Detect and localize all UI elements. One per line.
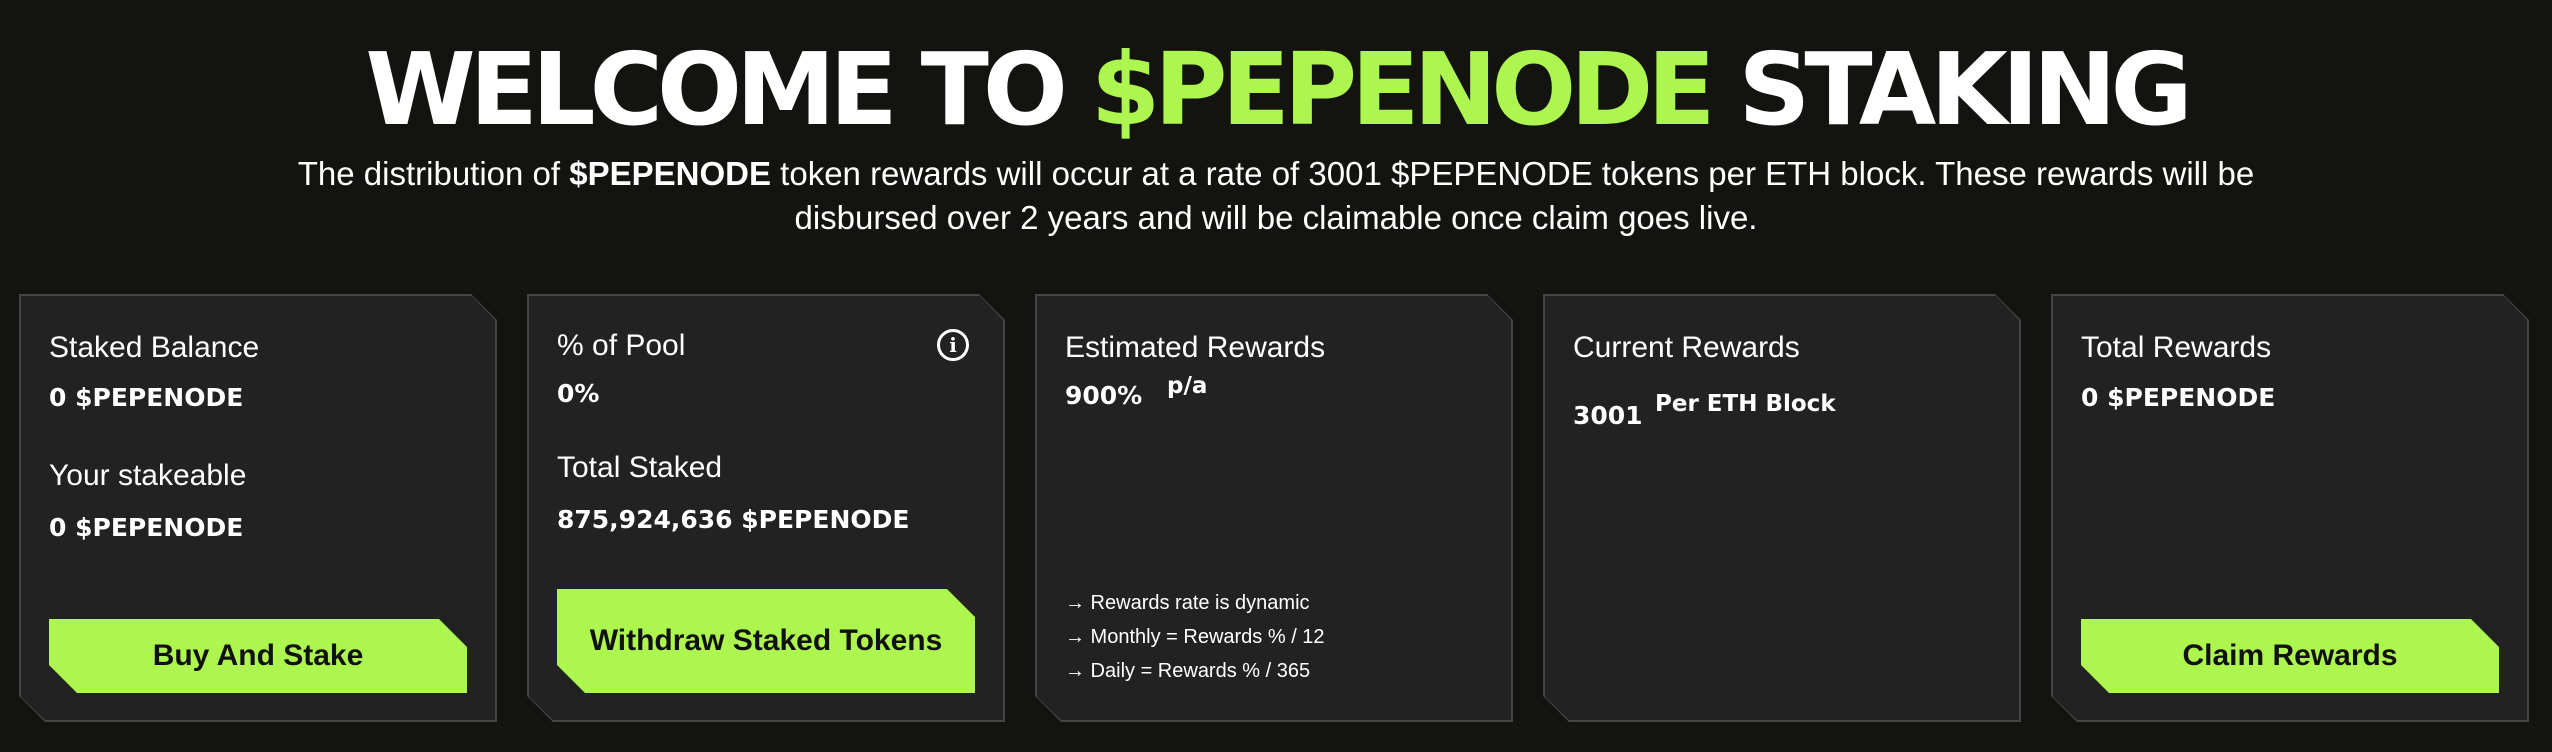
staked-balance-label: Staked Balance (49, 331, 260, 364)
card-body: Staked Balance 0 $PEPENODE Your stakeabl… (21, 296, 495, 720)
info-icon[interactable]: i (937, 329, 969, 361)
pool-share-value: 0% (557, 379, 600, 408)
stakeable-label: Your stakeable (49, 459, 247, 492)
note-monthly: → Monthly = Rewards % / 12 (1065, 626, 1325, 648)
pool-share-label: % of Pool (557, 329, 686, 362)
total-staked-value: 875,924,636 $PEPENODE (557, 505, 910, 534)
current-rewards-card: Current Rewards 3001 Per ETH Block (1543, 294, 2021, 722)
card-body: Current Rewards 3001 Per ETH Block (1545, 296, 2019, 720)
total-rewards-label: Total Rewards (2081, 331, 2272, 364)
staked-balance-card: Staked Balance 0 $PEPENODE Your stakeabl… (19, 294, 497, 722)
current-rewards-label: Current Rewards (1573, 331, 1800, 364)
total-staked-label: Total Staked (557, 451, 723, 484)
subtitle-rest: token rewards will occur at a rate of 30… (771, 155, 2255, 236)
note-daily: → Daily = Rewards % / 365 (1065, 660, 1311, 682)
title-prefix: WELCOME TO (365, 31, 1091, 148)
subtitle-token: $PEPENODE (569, 155, 771, 192)
rewards-notes: → Rewards rate is dynamic → Monthly = Re… (1065, 586, 1325, 688)
staked-balance-value: 0 $PEPENODE (49, 383, 244, 412)
estimated-rewards-card: Estimated Rewards 900% p/a → Rewards rat… (1035, 294, 1513, 722)
card-body: Total Rewards 0 $PEPENODE Claim Rewards (2053, 296, 2527, 720)
estimated-rewards-period: p/a (1167, 373, 1208, 399)
current-rewards-value: 3001 (1573, 401, 1643, 430)
current-rewards-unit: Per ETH Block (1655, 391, 1836, 417)
note-dynamic-rate: → Rewards rate is dynamic (1065, 592, 1310, 614)
estimated-rewards-value: 900% (1065, 381, 1143, 410)
estimated-rewards-label: Estimated Rewards (1065, 331, 1326, 364)
buy-and-stake-button[interactable]: Buy And Stake (49, 619, 467, 693)
stakeable-value: 0 $PEPENODE (49, 513, 244, 542)
page-subtitle: The distribution of $PEPENODE token rewa… (260, 152, 2292, 240)
subtitle-prefix: The distribution of (297, 155, 570, 192)
withdraw-staked-tokens-button[interactable]: Withdraw Staked Tokens (557, 589, 975, 693)
claim-rewards-button[interactable]: Claim Rewards (2081, 619, 2499, 693)
title-token: $PEPENODE (1090, 31, 1716, 148)
total-rewards-value: 0 $PEPENODE (2081, 383, 2276, 412)
title-suffix: STAKING (1709, 31, 2192, 148)
card-body: % of Pool i 0% Total Staked 875,924,636 … (529, 296, 1003, 720)
staking-page: WELCOME TO $PEPENODE STAKING The distrib… (0, 0, 2552, 752)
page-title: WELCOME TO $PEPENODE STAKING (0, 30, 2552, 150)
card-body: Estimated Rewards 900% p/a → Rewards rat… (1037, 296, 1511, 720)
pool-share-card: % of Pool i 0% Total Staked 875,924,636 … (527, 294, 1005, 722)
total-rewards-card: Total Rewards 0 $PEPENODE Claim Rewards (2051, 294, 2529, 722)
